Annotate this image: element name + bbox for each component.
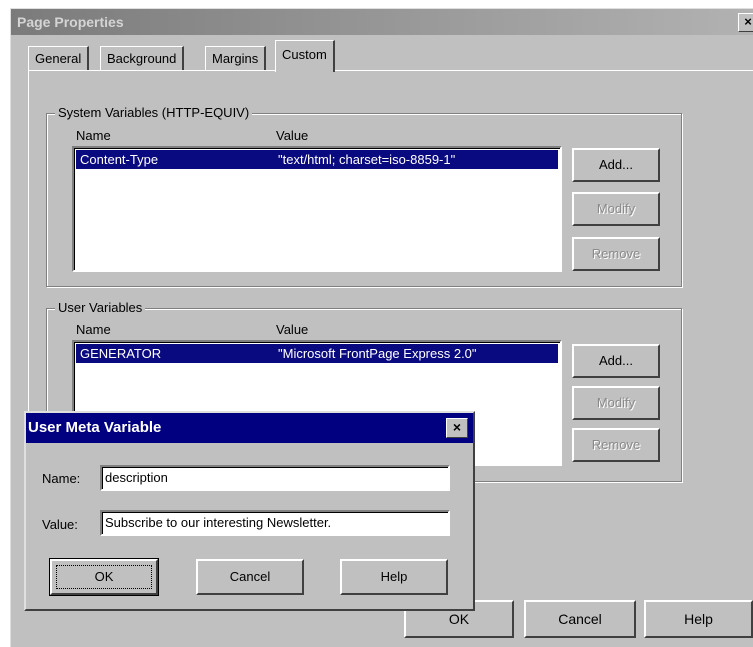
modal-help-button[interactable]: Help — [340, 559, 448, 595]
close-icon[interactable]: × — [446, 418, 468, 438]
system-add-button[interactable]: Add... — [572, 148, 660, 182]
value-label: Value: — [42, 517, 78, 532]
system-variables-list[interactable]: Content-Type "text/html; charset=iso-885… — [72, 146, 562, 272]
user-value-header[interactable]: Value — [276, 322, 308, 337]
system-name-header[interactable]: Name — [76, 128, 111, 143]
user-remove-button[interactable]: Remove — [572, 428, 660, 462]
user-var-name: GENERATOR — [80, 346, 162, 361]
system-var-name: Content-Type — [80, 152, 159, 167]
modal-title: User Meta Variable — [28, 419, 162, 436]
name-field[interactable]: description — [100, 465, 450, 491]
user-name-header[interactable]: Name — [76, 322, 111, 337]
system-value-header[interactable]: Value — [276, 128, 308, 143]
list-item[interactable]: Content-Type "text/html; charset=iso-885… — [76, 150, 558, 169]
user-add-button[interactable]: Add... — [572, 344, 660, 378]
cancel-button[interactable]: Cancel — [524, 600, 636, 638]
user-modify-button[interactable]: Modify — [572, 386, 660, 420]
modal-ok-button[interactable]: OK — [49, 558, 159, 596]
user-meta-variable-dialog: User Meta Variable × Name: description V… — [24, 411, 475, 611]
tab-general[interactable]: General — [28, 46, 90, 71]
system-modify-button[interactable]: Modify — [572, 192, 660, 226]
system-var-value: "text/html; charset=iso-8859-1" — [278, 152, 456, 167]
title-bar[interactable]: Page Properties × — [11, 9, 753, 35]
system-variables-legend: System Variables (HTTP-EQUIV) — [55, 105, 253, 121]
name-label: Name: — [42, 471, 81, 486]
user-var-value: "Microsoft FrontPage Express 2.0" — [278, 346, 477, 361]
system-remove-button[interactable]: Remove — [572, 237, 660, 271]
value-field[interactable]: Subscribe to our interesting Newsletter. — [100, 510, 450, 536]
help-button[interactable]: Help — [644, 600, 753, 638]
user-variables-legend: User Variables — [55, 300, 146, 316]
tab-margins[interactable]: Margins — [205, 46, 267, 71]
modal-title-bar[interactable]: User Meta Variable × — [26, 413, 473, 443]
modal-cancel-button[interactable]: Cancel — [196, 559, 304, 595]
tab-background[interactable]: Background — [100, 46, 185, 71]
list-item[interactable]: GENERATOR "Microsoft FrontPage Express 2… — [76, 344, 558, 363]
close-icon[interactable]: × — [738, 13, 753, 32]
window-title: Page Properties — [17, 14, 124, 30]
tab-custom[interactable]: Custom — [275, 40, 335, 72]
